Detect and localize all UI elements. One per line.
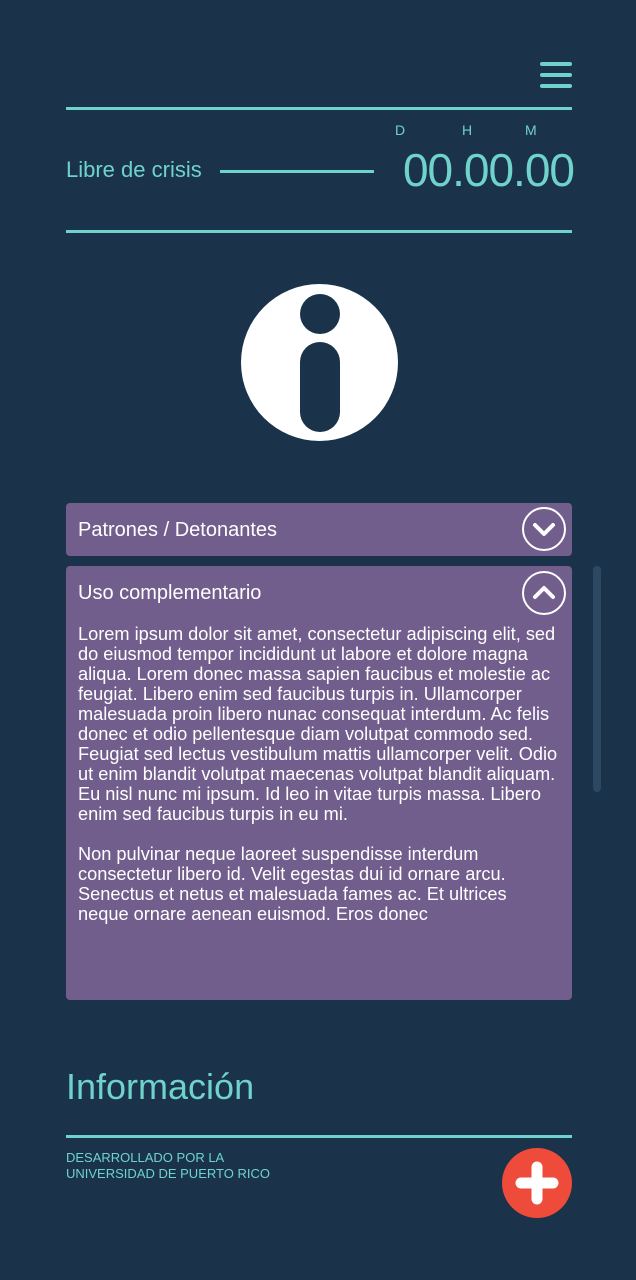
- information-heading: Información: [66, 1066, 255, 1107]
- developer-credit: DESARROLLADO POR LA UNIVERSIDAD DE PUERT…: [66, 1150, 270, 1182]
- panel-body-text: Lorem ipsum dolor sit amet, consectetur …: [78, 624, 562, 984]
- scrollbar[interactable]: [593, 566, 601, 792]
- minutes-unit-label: M: [525, 122, 537, 138]
- panel-title: Uso complementario: [78, 582, 262, 604]
- panel-patrones-detonantes[interactable]: Patrones / Detonantes: [66, 503, 572, 556]
- hamburger-menu-icon[interactable]: [540, 62, 574, 92]
- chevron-up-icon[interactable]: [522, 571, 566, 615]
- credit-line: DESARROLLADO POR LA: [66, 1150, 225, 1165]
- panel-uso-complementario[interactable]: Uso complementario Lorem ipsum dolor sit…: [66, 566, 572, 1000]
- crisis-free-timer: 00.00.00: [402, 144, 575, 196]
- days-unit-label: D: [395, 122, 406, 138]
- chevron-down-icon[interactable]: [522, 507, 566, 551]
- hours-unit-label: H: [462, 122, 473, 138]
- plus-icon: [515, 1161, 559, 1205]
- footer-divider: [66, 1135, 572, 1138]
- timer-divider: [66, 230, 572, 233]
- paragraph: Lorem ipsum dolor sit amet, consectetur …: [78, 624, 558, 824]
- top-divider: [66, 107, 572, 110]
- crisis-free-label: Libre de crisis: [66, 157, 202, 182]
- paragraph: Non pulvinar neque laoreet suspendisse i…: [78, 844, 507, 924]
- info-icon: [241, 284, 398, 441]
- crisis-label-line: [220, 170, 374, 173]
- add-button[interactable]: [502, 1148, 572, 1218]
- credit-line: UNIVERSIDAD DE PUERTO RICO: [66, 1166, 270, 1181]
- panel-title: Patrones / Detonantes: [78, 519, 278, 541]
